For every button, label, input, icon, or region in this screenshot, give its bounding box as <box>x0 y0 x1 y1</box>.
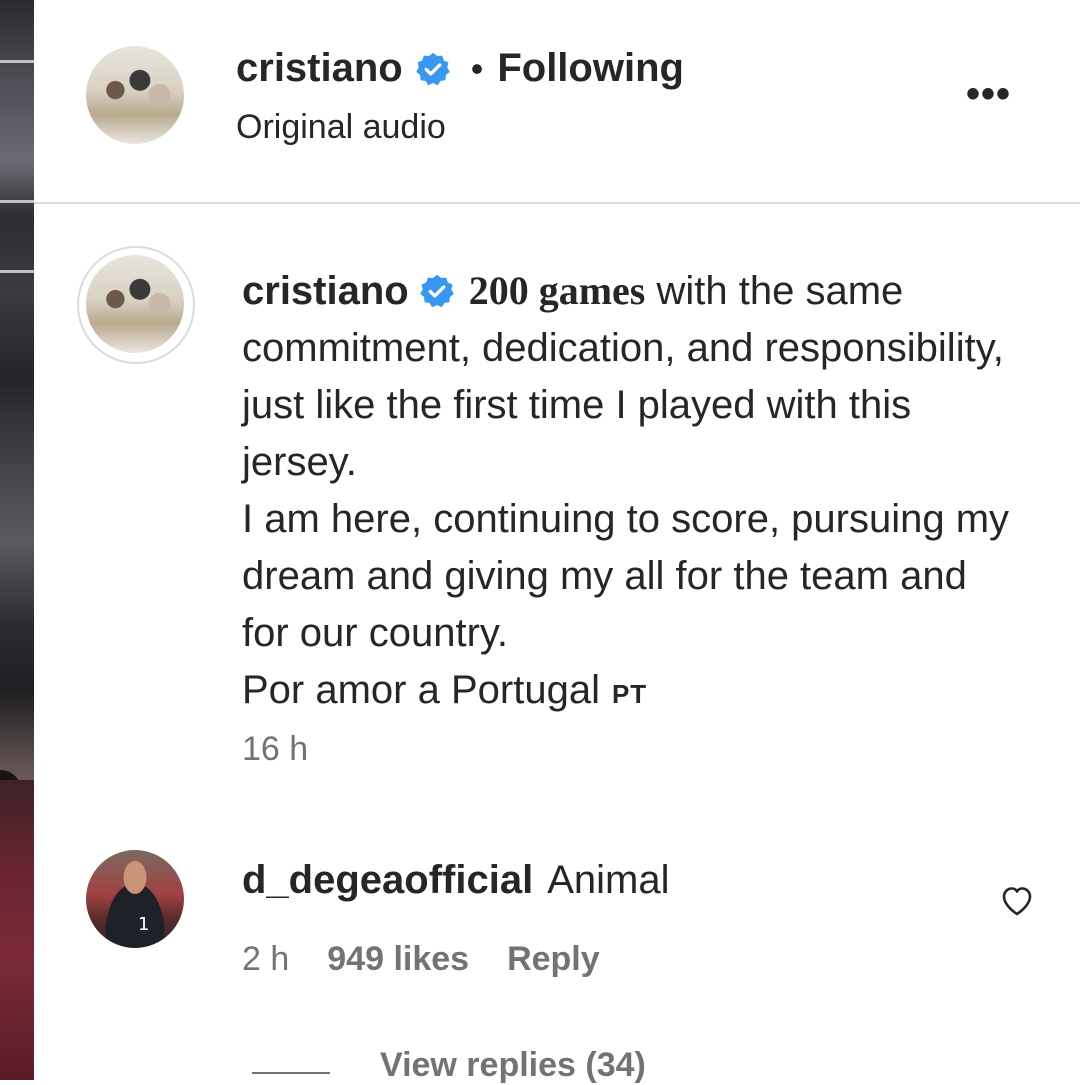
caption-bold-text: 200 games <box>468 268 646 313</box>
video-frame-detail <box>0 780 34 1080</box>
comment-likes[interactable]: 949 likes <box>327 940 469 979</box>
author-username[interactable]: cristiano <box>236 46 403 91</box>
audio-link[interactable]: Original audio <box>236 108 446 147</box>
comment-text: Animal <box>547 858 670 902</box>
reply-button[interactable]: Reply <box>507 940 600 979</box>
post-caption: cristiano 200 games with the same commit… <box>242 262 1022 723</box>
comment: d_degeaofficial Animal <box>242 858 669 903</box>
portugal-flag: PT <box>611 679 648 709</box>
more-horizontal-icon[interactable]: ••• <box>966 72 1011 117</box>
heart-icon[interactable] <box>997 880 1037 920</box>
video-frame-detail <box>0 200 34 203</box>
video-frame-detail <box>0 270 34 273</box>
comment-timestamp[interactable]: 2 h <box>242 940 289 979</box>
caption-text-line: I am here, continuing to score, pursuing… <box>242 497 1010 655</box>
verified-badge-icon <box>419 274 454 308</box>
video-frame-detail <box>0 60 34 63</box>
view-replies-button[interactable]: View replies (34) <box>380 1046 646 1085</box>
caption-text-line: Por amor a Portugal <box>242 668 600 712</box>
commenter-username[interactable]: d_degeaofficial <box>242 858 533 902</box>
header-divider <box>34 202 1080 204</box>
jersey-number: 1 <box>138 914 150 935</box>
post-header: cristiano • Following <box>236 46 684 91</box>
commenter-avatar[interactable]: 1 <box>86 850 184 948</box>
following-button[interactable]: Following <box>497 46 684 91</box>
caption-username[interactable]: cristiano <box>242 269 409 313</box>
author-avatar[interactable] <box>86 46 184 144</box>
replies-divider-line <box>252 1072 330 1074</box>
caption-avatar[interactable] <box>86 255 184 353</box>
separator-dot: • <box>470 47 484 89</box>
caption-timestamp[interactable]: 16 h <box>242 730 308 769</box>
verified-badge-icon <box>415 52 450 85</box>
comment-meta: 2 h 949 likes Reply <box>242 940 600 979</box>
video-strip <box>0 0 34 1080</box>
